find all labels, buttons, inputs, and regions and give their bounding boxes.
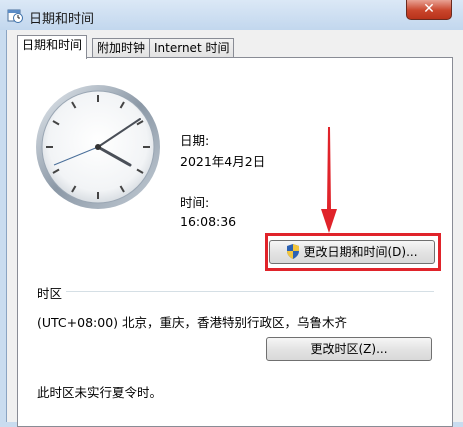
tab-label: Internet 时间: [154, 41, 230, 55]
timezone-section-label: 时区: [37, 286, 63, 301]
change-timezone-button[interactable]: 更改时区(Z)...: [266, 337, 432, 361]
red-arrow-annotation: [321, 127, 337, 233]
timezone-value: (UTC+08:00) 北京，重庆，香港特别行政区，乌鲁木齐: [37, 315, 348, 330]
tab-label: 日期和时间: [22, 38, 83, 52]
date-label: 日期:: [180, 133, 210, 148]
time-label: 时间:: [180, 195, 210, 210]
title-bar: 日期和时间 ✕: [0, 0, 463, 30]
analog-clock: [36, 85, 160, 209]
change-timezone-label: 更改时区(Z)...: [310, 342, 388, 356]
window-title: 日期和时间: [29, 12, 95, 27]
annotation-highlight-box: [265, 233, 441, 271]
date-time-icon: [7, 9, 23, 23]
time-value: 16:08:36: [180, 214, 237, 229]
tab-additional-clocks[interactable]: 附加时钟: [92, 38, 151, 58]
close-icon: ✕: [423, 1, 435, 17]
date-value: 2021年4月2日: [180, 154, 266, 169]
tab-internet-time[interactable]: Internet 时间: [149, 38, 235, 58]
dialog-body: 日期和时间 附加时钟 Internet 时间 日期: 2021年4月2日 时间:…: [6, 30, 463, 427]
tab-label: 附加时钟: [97, 41, 146, 55]
timezone-separator: [66, 291, 434, 292]
dst-note: 此时区未实行夏令时。: [37, 385, 163, 400]
tab-panel: 日期: 2021年4月2日 时间: 16:08:36 更改日期和时间(D)...…: [17, 57, 453, 427]
tab-date-and-time[interactable]: 日期和时间: [17, 35, 88, 59]
close-button[interactable]: ✕: [406, 0, 452, 20]
